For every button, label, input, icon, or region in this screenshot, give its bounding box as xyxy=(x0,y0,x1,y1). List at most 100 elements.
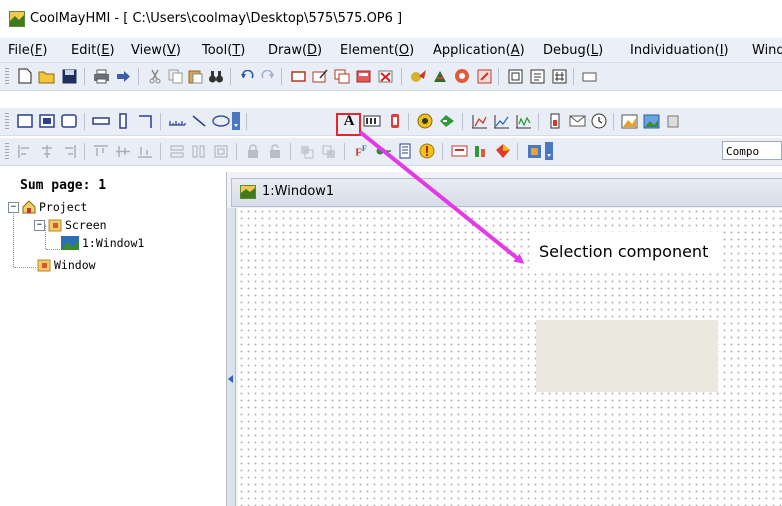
bar-chart-icon[interactable] xyxy=(470,112,488,130)
diamond-icon[interactable] xyxy=(494,142,512,160)
tree-item-window1[interactable]: 1:Window1 xyxy=(61,236,144,250)
key-icon[interactable] xyxy=(374,142,392,160)
align-center-icon[interactable] xyxy=(38,142,56,160)
window-delete-icon[interactable] xyxy=(355,67,373,85)
frame-icon[interactable] xyxy=(525,142,543,160)
align-left-icon[interactable] xyxy=(16,142,34,160)
menu-edit[interactable]: Edit(E) xyxy=(71,43,115,58)
indicator-light-icon[interactable] xyxy=(386,112,404,130)
same-size-icon[interactable] xyxy=(212,142,230,160)
upload-icon[interactable] xyxy=(475,67,493,85)
window-edit-icon[interactable] xyxy=(311,67,329,85)
align-middle-icon[interactable] xyxy=(114,142,132,160)
gallery-icon[interactable] xyxy=(642,112,660,130)
component-combo[interactable]: Compo xyxy=(722,141,782,160)
tree-connector xyxy=(14,267,36,268)
function-icon[interactable]: FF xyxy=(352,142,370,160)
bring-front-icon[interactable] xyxy=(298,142,316,160)
same-width-icon[interactable] xyxy=(168,142,186,160)
collapse-toggle-icon[interactable]: − xyxy=(34,219,45,231)
same-height-icon[interactable] xyxy=(190,142,208,160)
close-window-icon[interactable] xyxy=(377,67,395,85)
page-list-icon[interactable] xyxy=(528,67,546,85)
menu-draw[interactable]: Draw(D) xyxy=(268,43,322,58)
switch-icon[interactable] xyxy=(438,112,456,130)
io-status-icon[interactable] xyxy=(472,142,490,160)
cut-icon[interactable] xyxy=(146,67,164,85)
component-placeholder[interactable] xyxy=(536,320,718,392)
horizontal-bar-icon[interactable] xyxy=(92,112,110,130)
ellipse-icon[interactable] xyxy=(212,112,230,130)
open-folder-icon[interactable] xyxy=(38,67,56,85)
message-icon[interactable] xyxy=(568,112,586,130)
menu-window[interactable]: Wind xyxy=(752,43,782,58)
tree-item-screen[interactable]: − Screen xyxy=(34,218,107,232)
trend-chart-icon[interactable] xyxy=(492,112,510,130)
menu-individuation[interactable]: Individuation(I) xyxy=(630,43,729,58)
unlock-icon[interactable] xyxy=(266,142,284,160)
toolbar-separator xyxy=(517,143,518,160)
tree-connector xyxy=(13,205,14,267)
recipe-icon[interactable] xyxy=(396,142,414,160)
redo-icon[interactable] xyxy=(258,67,276,85)
toolbar-overflow-icon[interactable] xyxy=(580,67,598,85)
simulate-icon[interactable] xyxy=(431,67,449,85)
toolbar-chevron-icon[interactable] xyxy=(545,142,553,160)
alarm-icon[interactable] xyxy=(418,142,436,160)
toolbar-grip[interactable] xyxy=(5,68,9,85)
copy-icon[interactable] xyxy=(166,67,184,85)
save-icon[interactable] xyxy=(60,67,78,85)
send-back-icon[interactable] xyxy=(320,142,338,160)
menu-application[interactable]: Application(A) xyxy=(433,43,525,58)
toolbar-grip[interactable] xyxy=(5,143,9,160)
filled-rectangle-icon[interactable] xyxy=(38,112,56,130)
menu-debug[interactable]: Debug(L) xyxy=(543,43,603,58)
tree-item-project[interactable]: − Project xyxy=(8,200,87,214)
more-icon[interactable] xyxy=(664,112,682,130)
rectangle-icon[interactable] xyxy=(16,112,34,130)
screen-icon[interactable] xyxy=(289,67,307,85)
menu-tool[interactable]: Tool(T) xyxy=(202,43,245,58)
paste-icon[interactable] xyxy=(186,67,204,85)
clock-icon[interactable] xyxy=(590,112,608,130)
undo-icon[interactable] xyxy=(238,67,256,85)
button-icon[interactable] xyxy=(416,112,434,130)
download-icon[interactable] xyxy=(453,67,471,85)
align-right-icon[interactable] xyxy=(60,142,78,160)
menu-view[interactable]: View(V) xyxy=(131,43,181,58)
meter-icon[interactable] xyxy=(546,112,564,130)
xy-chart-icon[interactable] xyxy=(514,112,532,130)
lock-icon[interactable] xyxy=(244,142,262,160)
tree-item-window[interactable]: Window xyxy=(37,258,96,272)
menu-element[interactable]: Element(O) xyxy=(340,43,414,58)
menu-file[interactable]: File(F) xyxy=(8,43,47,58)
highlight-box xyxy=(336,113,361,136)
line-icon[interactable] xyxy=(190,112,208,130)
toolbar-separator xyxy=(84,143,85,160)
vertical-bar-icon[interactable] xyxy=(114,112,132,130)
compile-icon[interactable] xyxy=(409,67,427,85)
toolbar-chevron-icon[interactable] xyxy=(232,112,240,130)
toolbar-align: FF Compo xyxy=(0,138,782,166)
toolbar-grip[interactable] xyxy=(5,113,9,130)
window-tab[interactable]: 1:Window1 xyxy=(231,178,782,207)
window-copy-icon[interactable] xyxy=(333,67,351,85)
grid-icon[interactable] xyxy=(550,67,568,85)
page-setup-icon[interactable] xyxy=(506,67,524,85)
picture-icon[interactable] xyxy=(620,112,638,130)
round-rectangle-icon[interactable] xyxy=(60,112,78,130)
collapse-toggle-icon[interactable]: − xyxy=(8,201,19,213)
new-file-icon[interactable] xyxy=(16,67,34,85)
toolbar-separator xyxy=(290,143,291,160)
data-transfer-icon[interactable] xyxy=(450,142,468,160)
find-icon[interactable] xyxy=(207,67,225,85)
collapse-handle[interactable] xyxy=(227,208,236,506)
toolbar-separator xyxy=(408,113,409,130)
align-top-icon[interactable] xyxy=(92,142,110,160)
scale-icon[interactable] xyxy=(168,112,186,130)
print-icon[interactable] xyxy=(92,67,110,85)
polyline-icon[interactable] xyxy=(136,112,154,130)
align-bottom-icon[interactable] xyxy=(136,142,154,160)
numeric-display-icon[interactable] xyxy=(363,112,381,130)
print-preview-icon[interactable] xyxy=(114,67,132,85)
